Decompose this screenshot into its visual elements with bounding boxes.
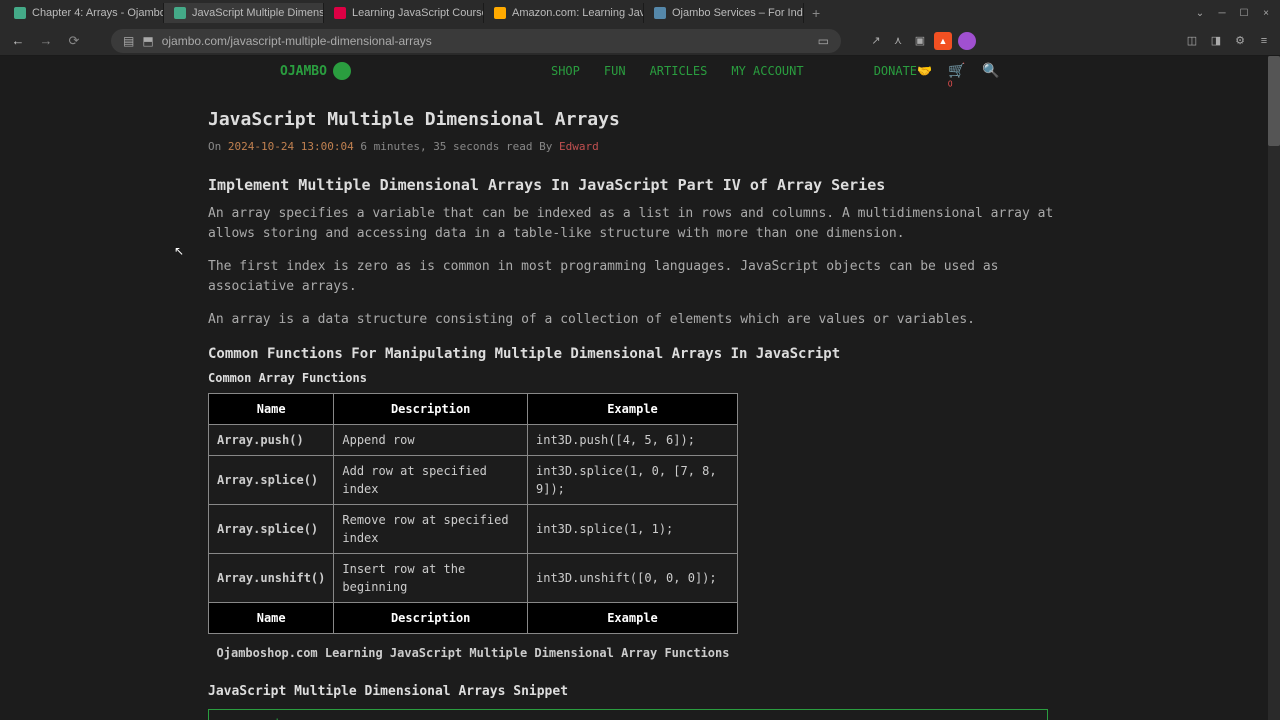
close-window-button[interactable]: × — [1256, 6, 1276, 20]
settings-icon[interactable]: ⚙ — [1232, 33, 1248, 49]
table-cell: int3D.splice(1, 1); — [528, 504, 738, 553]
th-example: Example — [528, 393, 738, 424]
scrollbar[interactable] — [1268, 56, 1280, 720]
chevron-down-icon[interactable]: ⌄ — [1190, 6, 1210, 20]
extensions-icon[interactable]: ◨ — [1208, 33, 1224, 49]
share-icon[interactable]: ↗ — [868, 33, 884, 49]
url-input[interactable]: ▤ ⬒ ojambo.com/javascript-multiple-dimen… — [111, 29, 841, 53]
th-description: Description — [334, 393, 528, 424]
tf-description: Description — [334, 602, 528, 633]
tab-favicon — [174, 7, 186, 19]
tabs-bar: Chapter 4: Arrays - OjamboSh× JavaScript… — [0, 0, 1280, 26]
site-nav: OJAMBO SHOP FUN ARTICLES MY ACCOUNT DONA… — [0, 56, 1280, 86]
nav-articles[interactable]: ARTICLES — [650, 64, 708, 78]
table-cell: int3D.push([4, 5, 6]); — [528, 424, 738, 455]
functions-table: Name Description Example Array.push()App… — [208, 393, 738, 634]
snippet-heading: JavaScript Multiple Dimensional Arrays S… — [208, 682, 1072, 702]
th-name: Name — [209, 393, 334, 424]
table-cell: Array.splice() — [209, 455, 334, 504]
tab-4[interactable]: Ojambo Services – For Individu — [644, 3, 804, 23]
sidebar-icon[interactable]: ◫ — [1184, 33, 1200, 49]
bookmark-icon[interactable]: ▭ — [818, 34, 829, 48]
donate-link[interactable]: DONATE🤝 — [874, 64, 932, 78]
reload-button[interactable]: ⟳ — [64, 31, 84, 51]
table-row: Array.push()Append rowint3D.push([4, 5, … — [209, 424, 738, 455]
paragraph: The first index is zero as is common in … — [208, 257, 1072, 296]
address-bar: ← → ⟳ ▤ ⬒ ojambo.com/javascript-multiple… — [0, 26, 1280, 56]
window-controls: ⌄ ─ ☐ × — [1190, 6, 1276, 20]
tab-3[interactable]: Amazon.com: Learning JavaSc — [484, 3, 644, 23]
tab-favicon — [334, 7, 346, 19]
article-author[interactable]: Edward — [559, 140, 599, 153]
article-title: JavaScript Multiple Dimensional Arrays — [208, 106, 1072, 133]
wallet-icon[interactable]: ▣ — [912, 33, 928, 49]
brand[interactable]: OJAMBO — [280, 62, 351, 80]
section-heading: Implement Multiple Dimensional Arrays In… — [208, 174, 1072, 197]
maximize-button[interactable]: ☐ — [1234, 6, 1254, 20]
table-cell: Array.push() — [209, 424, 334, 455]
tf-example: Example — [528, 602, 738, 633]
table-row: Array.unshift()Insert row at the beginni… — [209, 553, 738, 602]
table-cell: int3D.splice(1, 0, [7, 8, 9]); — [528, 455, 738, 504]
menu-icon[interactable]: ≡ — [1256, 33, 1272, 49]
paragraph: An array specifies a variable that can b… — [208, 204, 1072, 243]
nav-shop[interactable]: SHOP — [551, 64, 580, 78]
tab-2[interactable]: Learning JavaScript Course - O — [324, 3, 484, 23]
paragraph: An array is a data structure consisting … — [208, 310, 1072, 330]
scrollthumb[interactable] — [1268, 56, 1280, 146]
table-row: Array.splice()Remove row at specified in… — [209, 504, 738, 553]
article-meta: On 2024-10-24 13:00:04 6 minutes, 35 sec… — [208, 139, 1072, 156]
expand-source-button[interactable]: + expand source — [208, 709, 1048, 720]
minimize-button[interactable]: ─ — [1212, 6, 1232, 20]
table-cell: Array.unshift() — [209, 553, 334, 602]
table-cell: int3D.unshift([0, 0, 0]); — [528, 553, 738, 602]
table-cell: Remove row at specified index — [334, 504, 528, 553]
table-cell: Append row — [334, 424, 528, 455]
brand-logo — [333, 62, 351, 80]
table-row: Array.splice()Add row at specified index… — [209, 455, 738, 504]
nav-account[interactable]: MY ACCOUNT — [731, 64, 803, 78]
new-tab-button[interactable]: + — [804, 1, 828, 25]
nav-fun[interactable]: FUN — [604, 64, 626, 78]
tab-favicon — [14, 7, 26, 19]
article-body: JavaScript Multiple Dimensional Arrays O… — [0, 86, 1280, 720]
site-info-icon[interactable]: ⬒ — [142, 34, 153, 48]
tab-favicon — [654, 7, 666, 19]
url-text: ojambo.com/javascript-multiple-dimension… — [162, 34, 810, 48]
tab-0[interactable]: Chapter 4: Arrays - OjamboSh× — [4, 3, 164, 23]
subsection-heading: Common Functions For Manipulating Multip… — [208, 344, 1072, 365]
table-cell: Array.splice() — [209, 504, 334, 553]
table-caption: Ojamboshop.com Learning JavaScript Multi… — [208, 644, 738, 662]
table-cell: Insert row at the beginning — [334, 553, 528, 602]
shields-icon[interactable]: ▲ — [934, 32, 952, 50]
tf-name: Name — [209, 602, 334, 633]
cart-icon[interactable]: 🛒0 — [948, 62, 966, 80]
article-date: 2024-10-24 13:00:04 — [228, 140, 354, 153]
reader-icon[interactable]: ▤ — [123, 34, 134, 48]
back-button[interactable]: ← — [8, 31, 28, 51]
tab-favicon — [494, 7, 506, 19]
forward-button[interactable]: → — [36, 31, 56, 51]
rewards-icon[interactable] — [958, 32, 976, 50]
rss-icon[interactable]: ⋏ — [890, 33, 906, 49]
table-cell: Add row at specified index — [334, 455, 528, 504]
page-content: OJAMBO SHOP FUN ARTICLES MY ACCOUNT DONA… — [0, 56, 1280, 720]
table-title: Common Array Functions — [208, 369, 1072, 387]
tab-1[interactable]: JavaScript Multiple Dimens× — [164, 3, 324, 23]
search-icon[interactable]: 🔍 — [982, 62, 1000, 80]
